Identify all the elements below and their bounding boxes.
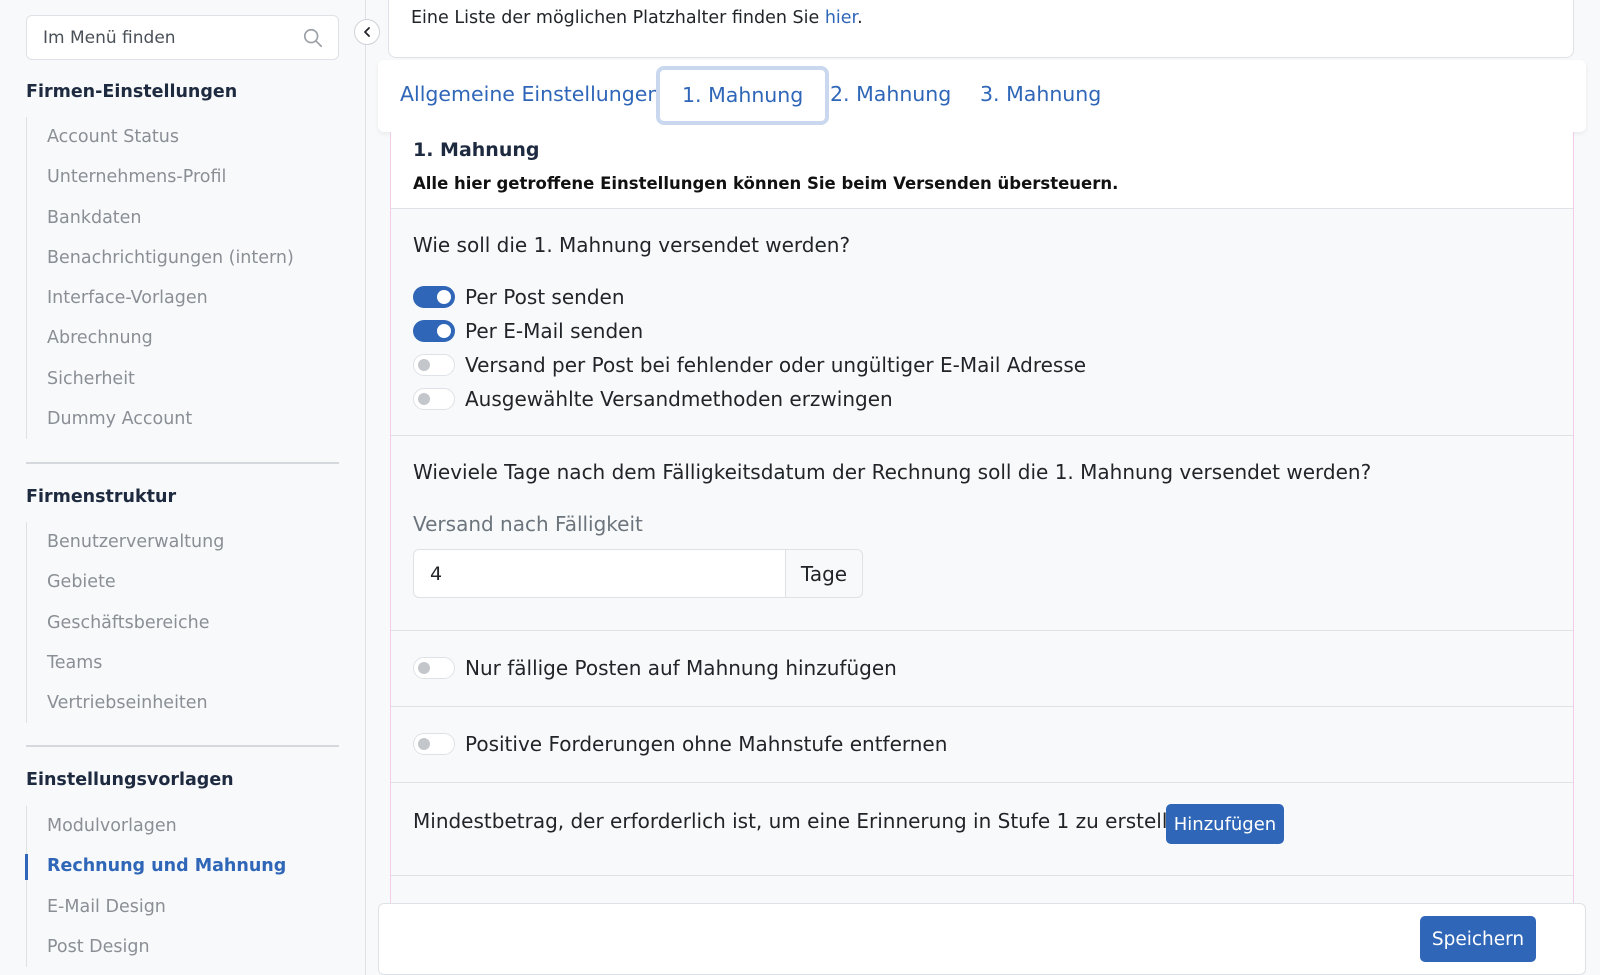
sidebar: Firmen-Einstellungen Account Status Unte… bbox=[0, 0, 366, 975]
sidebar-item-bankdaten[interactable]: Bankdaten bbox=[27, 198, 339, 238]
toggle-row-post-fallback: Versand per Post bei fehlender oder ungü… bbox=[413, 350, 1086, 380]
toggle-force-methods[interactable] bbox=[413, 388, 455, 410]
section-title-firmenstruktur: Firmenstruktur bbox=[26, 487, 177, 507]
toggle-label-due-only: Nur fällige Posten auf Mahnung hinzufüge… bbox=[465, 656, 897, 680]
sidebar-item-benachrichtigungen[interactable]: Benachrichtigungen (intern) bbox=[27, 238, 339, 278]
sidebar-item-teams[interactable]: Teams bbox=[27, 643, 339, 683]
toggle-row-positive-claims: Positive Forderungen ohne Mahnstufe entf… bbox=[413, 729, 947, 759]
toggle-post-fallback[interactable] bbox=[413, 354, 455, 376]
toggle-post[interactable] bbox=[413, 286, 455, 308]
tab-2-mahnung[interactable]: 2. Mahnung bbox=[808, 66, 973, 125]
toggle-row-email: Per E-Mail senden bbox=[413, 316, 643, 346]
sidebar-item-interface-vorlagen[interactable]: Interface-Vorlagen bbox=[27, 278, 339, 318]
nav-group-einstellungsvorlagen: Modulvorlagen Rechnung und Mahnung E-Mai… bbox=[25, 806, 339, 968]
min-amount-text: Mindestbetrag, der erforderlich ist, um … bbox=[413, 809, 1199, 833]
delay-question: Wieviele Tage nach dem Fälligkeitsdatum … bbox=[413, 460, 1372, 484]
sidebar-divider bbox=[26, 462, 339, 464]
toggle-row-force-methods: Ausgewählte Versandmethoden erzwingen bbox=[413, 384, 893, 414]
chevron-left-icon bbox=[364, 27, 370, 37]
section-title-firmen-einstellungen: Firmen-Einstellungen bbox=[26, 82, 238, 102]
delay-field-label: Versand nach Fälligkeit bbox=[413, 512, 643, 536]
toggle-label-post-fallback: Versand per Post bei fehlender oder ungü… bbox=[465, 353, 1087, 377]
due-only-section: Nur fällige Posten auf Mahnung hinzufüge… bbox=[391, 631, 1573, 707]
sidebar-divider bbox=[26, 745, 339, 747]
sidebar-item-modulvorlagen[interactable]: Modulvorlagen bbox=[27, 806, 339, 846]
sidebar-item-email-design[interactable]: E-Mail Design bbox=[27, 887, 339, 927]
tab-3-mahnung[interactable]: 3. Mahnung bbox=[958, 66, 1123, 125]
positive-claims-section: Positive Forderungen ohne Mahnstufe entf… bbox=[391, 707, 1573, 783]
placeholder-info-card: Eine Liste der möglichen Platzhalter fin… bbox=[388, 0, 1574, 58]
menu-search bbox=[26, 15, 339, 60]
sidebar-item-unternehmens-profil[interactable]: Unternehmens-Profil bbox=[27, 157, 339, 197]
toggle-label-post: Per Post senden bbox=[465, 285, 625, 309]
sidebar-item-vertriebseinheiten[interactable]: Vertriebseinheiten bbox=[27, 683, 339, 723]
toggle-email[interactable] bbox=[413, 320, 455, 342]
dunning-content: 1. Mahnung Alle hier getroffene Einstell… bbox=[390, 132, 1574, 912]
toggle-row-due-only: Nur fällige Posten auf Mahnung hinzufüge… bbox=[413, 653, 897, 683]
sidebar-item-benutzerverwaltung[interactable]: Benutzerverwaltung bbox=[27, 522, 339, 562]
footer-bar: Speichern bbox=[378, 903, 1586, 975]
min-amount-section: Mindestbetrag, der erforderlich ist, um … bbox=[391, 783, 1573, 876]
sidebar-item-rechnung-und-mahnung[interactable]: Rechnung und Mahnung bbox=[25, 846, 339, 886]
sidebar-item-dummy-account[interactable]: Dummy Account bbox=[27, 399, 339, 439]
sidebar-item-post-design[interactable]: Post Design bbox=[27, 927, 339, 967]
dunning-header: 1. Mahnung Alle hier getroffene Einstell… bbox=[391, 132, 1573, 209]
toggle-label-positive-claims: Positive Forderungen ohne Mahnstufe entf… bbox=[465, 732, 948, 756]
add-min-amount-button[interactable]: Hinzufügen bbox=[1166, 804, 1284, 844]
sidebar-item-gebiete[interactable]: Gebiete bbox=[27, 562, 339, 602]
dunning-tabs: Allgemeine Einstellungen 1. Mahnung 2. M… bbox=[378, 60, 1586, 132]
toggle-label-email: Per E-Mail senden bbox=[465, 319, 644, 343]
sidebar-item-abrechnung[interactable]: Abrechnung bbox=[27, 318, 339, 358]
menu-search-input[interactable] bbox=[27, 16, 297, 59]
sidebar-item-account-status[interactable]: Account Status bbox=[27, 117, 339, 157]
sidebar-item-geschaeftsbereiche[interactable]: Geschäftsbereiche bbox=[27, 603, 339, 643]
section-title-einstellungsvorlagen: Einstellungsvorlagen bbox=[26, 770, 234, 790]
dispatch-question: Wie soll die 1. Mahnung versendet werden… bbox=[413, 233, 851, 257]
page-title: 1. Mahnung bbox=[413, 139, 540, 161]
save-button[interactable]: Speichern bbox=[1420, 916, 1536, 962]
tab-allgemeine-einstellungen[interactable]: Allgemeine Einstellungen bbox=[378, 66, 682, 125]
page-subtitle: Alle hier getroffene Einstellungen könne… bbox=[413, 174, 1119, 193]
tab-1-mahnung[interactable]: 1. Mahnung bbox=[656, 66, 830, 125]
search-icon[interactable] bbox=[302, 27, 324, 49]
toggle-label-force-methods: Ausgewählte Versandmethoden erzwingen bbox=[465, 387, 893, 411]
toggle-due-only[interactable] bbox=[413, 657, 455, 679]
delay-input-group: Tage bbox=[413, 549, 863, 598]
days-unit: Tage bbox=[786, 549, 863, 598]
placeholder-info-text: Eine Liste der möglichen Platzhalter fin… bbox=[411, 8, 825, 28]
placeholder-link[interactable]: hier bbox=[825, 8, 857, 28]
nav-group-firmen-einstellungen: Account Status Unternehmens-Profil Bankd… bbox=[26, 117, 339, 440]
placeholder-info-end: . bbox=[857, 8, 863, 28]
sidebar-item-sicherheit[interactable]: Sicherheit bbox=[27, 359, 339, 399]
nav-group-firmenstruktur: Benutzerverwaltung Gebiete Geschäftsbere… bbox=[26, 522, 339, 724]
sidebar-collapse-button[interactable] bbox=[354, 19, 380, 45]
toggle-row-post: Per Post senden bbox=[413, 282, 625, 312]
toggle-positive-claims[interactable] bbox=[413, 733, 455, 755]
delay-section: Wieviele Tage nach dem Fälligkeitsdatum … bbox=[391, 436, 1573, 631]
days-input[interactable] bbox=[413, 549, 786, 598]
dispatch-section: Wie soll die 1. Mahnung versendet werden… bbox=[391, 209, 1573, 436]
